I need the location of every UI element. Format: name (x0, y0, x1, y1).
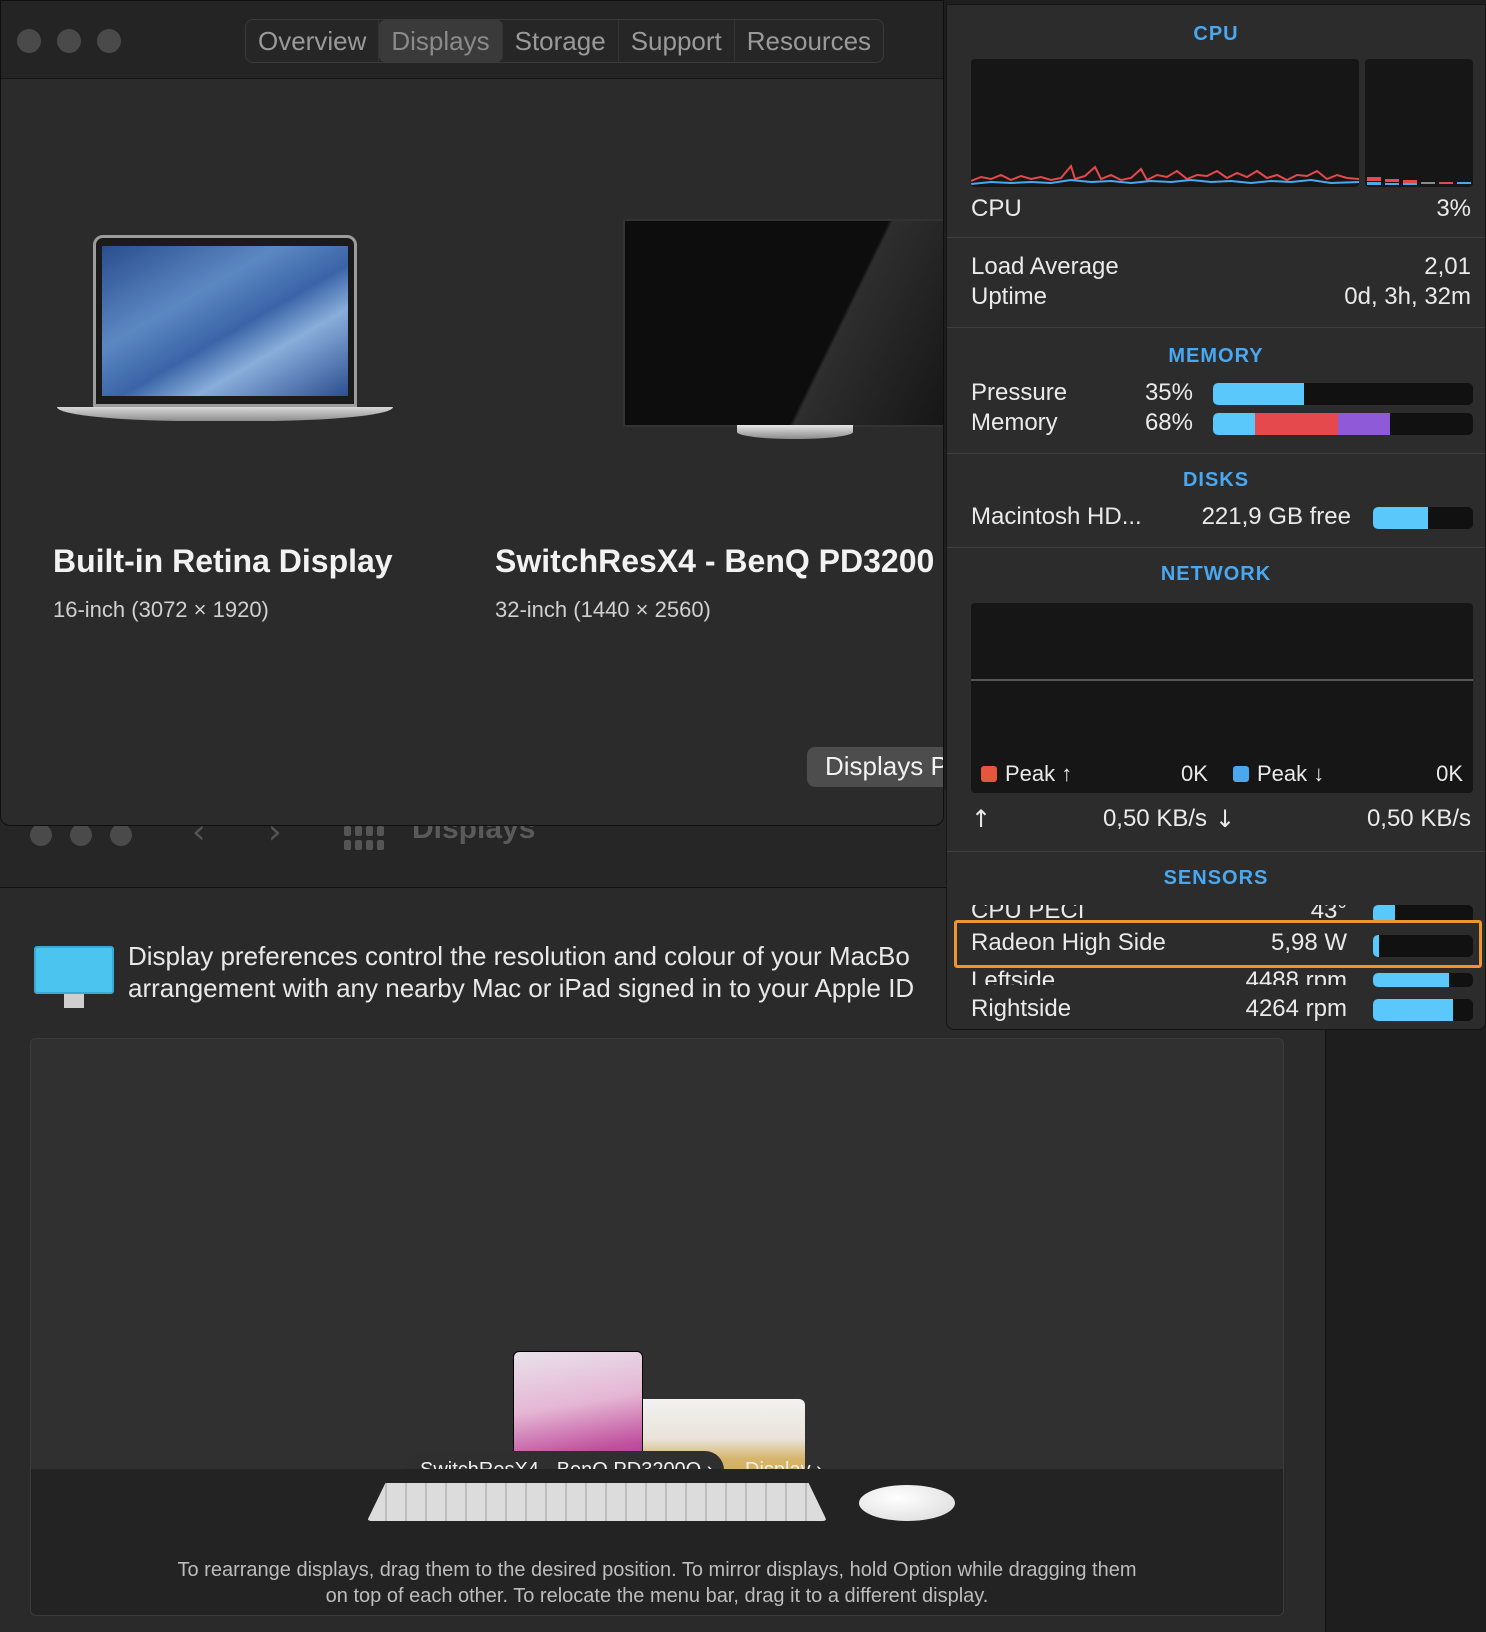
about-tab-bar: Overview Displays Storage Support Resour… (245, 19, 885, 63)
memory-wired-segment (1254, 413, 1338, 435)
network-header: NETWORK (1160, 563, 1272, 585)
core-bar-4 (1421, 182, 1435, 184)
pressure-label: Pressure (971, 379, 1068, 406)
displays-preferences-button[interactable]: Displays P (807, 747, 943, 787)
disk-usage-bar-fill (1373, 507, 1428, 529)
display-arrangement-area[interactable]: SwitchResX4 - BenQ PD3200Q › Display › T… (30, 1038, 1284, 1616)
pressure-bar (1213, 383, 1473, 405)
peak-up-swatch (981, 766, 997, 782)
upload-rate: 0,50 KB/s (1102, 805, 1207, 832)
pressure-bar-fill (1213, 383, 1304, 405)
core-bar-1-user (1367, 182, 1381, 185)
peak-down-legend: Peak ↓ (1233, 761, 1324, 787)
display-monitor-icon (34, 946, 114, 1010)
cpu-header: CPU (1193, 23, 1239, 45)
core-bar-2 (1385, 179, 1399, 182)
uptime-label: Uptime (971, 283, 1048, 310)
load-average-value: 2,01 (1424, 253, 1471, 280)
zoom-button[interactable] (97, 29, 121, 53)
disks-header: DISKS (1182, 469, 1250, 491)
sensors-header: SENSORS (1163, 867, 1269, 889)
core-bar-5 (1439, 182, 1453, 184)
cpu-system-line (971, 163, 1359, 182)
network-graph: Peak ↑ 0K Peak ↓ 0K (971, 603, 1473, 793)
download-arrow-icon: ↓ (1215, 805, 1236, 833)
cpu-label: CPU (971, 195, 1022, 222)
cpu-user-line (971, 178, 1359, 185)
peak-down-swatch (1233, 766, 1249, 782)
tab-overview[interactable]: Overview (246, 20, 380, 62)
separator (947, 327, 1485, 328)
display-size-built-in: 16-inch (3072 × 1920) (53, 597, 269, 622)
sensor-bar-fill-leftside (1373, 973, 1449, 987)
core-bar-3-user (1403, 183, 1417, 185)
sensor-value-rightside: 4264 rpm (1245, 995, 1347, 1022)
memory-label: Memory (971, 409, 1058, 436)
separator (947, 851, 1485, 852)
cpu-cores-svg (1367, 177, 1471, 185)
peak-up-legend: Peak ↑ (981, 761, 1072, 787)
intro-line-1: Display preferences control the resoluti… (128, 941, 910, 971)
separator (947, 547, 1485, 548)
cpu-history-svg (971, 163, 1359, 185)
memory-bar (1213, 413, 1473, 435)
keyboard-icon (367, 1483, 827, 1521)
close-button[interactable] (17, 29, 41, 53)
sensor-label-leftside: Leftside (971, 967, 1056, 994)
load-average-label: Load Average (971, 253, 1119, 280)
memory-compressed-segment (1337, 413, 1390, 435)
memory-value: 68% (1144, 409, 1193, 436)
network-baseline (971, 679, 1473, 681)
disk-name: Macintosh HD... (971, 503, 1142, 530)
tab-displays[interactable]: Displays (379, 20, 503, 62)
memory-app-segment (1213, 413, 1255, 435)
display-name-external: SwitchResX4 - BenQ PD3200 (495, 543, 935, 579)
monitor-stand-icon (737, 425, 853, 439)
separator (947, 237, 1485, 238)
intro-text: Display preferences control the resoluti… (128, 940, 914, 1004)
tab-resources[interactable]: Resources (735, 20, 883, 62)
pressure-value: 35% (1144, 379, 1193, 406)
core-bar-2-user (1385, 183, 1399, 185)
upload-arrow-icon: ↑ (971, 805, 992, 833)
tab-support[interactable]: Support (619, 20, 735, 62)
sensor-value-leftside: 4488 rpm (1245, 967, 1347, 994)
sensor-bar-rightside (1373, 999, 1473, 1021)
core-bar-3 (1403, 180, 1417, 183)
about-title-bar: Overview Displays Storage Support Resour… (1, 1, 943, 79)
arrangement-help-text: To rearrange displays, drag them to the … (177, 1559, 1137, 1607)
minimize-button[interactable] (70, 824, 92, 846)
uptime-value: 0d, 3h, 32m (1344, 283, 1471, 310)
separator (947, 453, 1485, 454)
display-size-external: 32-inch (1440 × 2560) (495, 597, 711, 622)
mouse-icon (859, 1485, 955, 1521)
memory-header: MEMORY (1168, 345, 1264, 367)
display-name-built-in: Built-in Retina Display (53, 543, 393, 579)
tab-storage[interactable]: Storage (503, 20, 619, 62)
sensor-bar-leftside (1373, 973, 1473, 987)
close-button[interactable] (30, 824, 52, 846)
macbook-icon (57, 235, 393, 431)
sensor-bar-fill-rightside (1373, 999, 1453, 1021)
download-rate: 0,50 KB/s (1366, 805, 1471, 832)
peak-down-value: 0K (1436, 761, 1463, 786)
intro-line-2: arrangement with any nearby Mac or iPad … (128, 973, 915, 1003)
stats-popover: CPU CPU 3% Load Average 2,01 Uptime 0d, … (946, 4, 1486, 1030)
core-bar-1 (1367, 177, 1381, 181)
minimize-button[interactable] (57, 29, 81, 53)
cpu-history-graph (971, 59, 1359, 187)
disk-usage-bar (1373, 507, 1473, 529)
highlight-box-radeon-high-side (954, 920, 1482, 968)
sensor-label-rightside: Rightside (971, 995, 1072, 1022)
show-all-grid-icon[interactable] (344, 826, 384, 850)
zoom-button[interactable] (110, 824, 132, 846)
peak-up-value: 0K (1181, 761, 1208, 786)
cpu-cores-graph (1365, 59, 1473, 187)
external-monitor-icon (623, 219, 943, 427)
core-bar-6 (1457, 182, 1471, 184)
about-this-mac-window: Overview Displays Storage Support Resour… (0, 0, 944, 826)
disk-free-value: 221,9 GB free (1201, 503, 1351, 530)
cpu-value: 3% (1436, 195, 1471, 222)
